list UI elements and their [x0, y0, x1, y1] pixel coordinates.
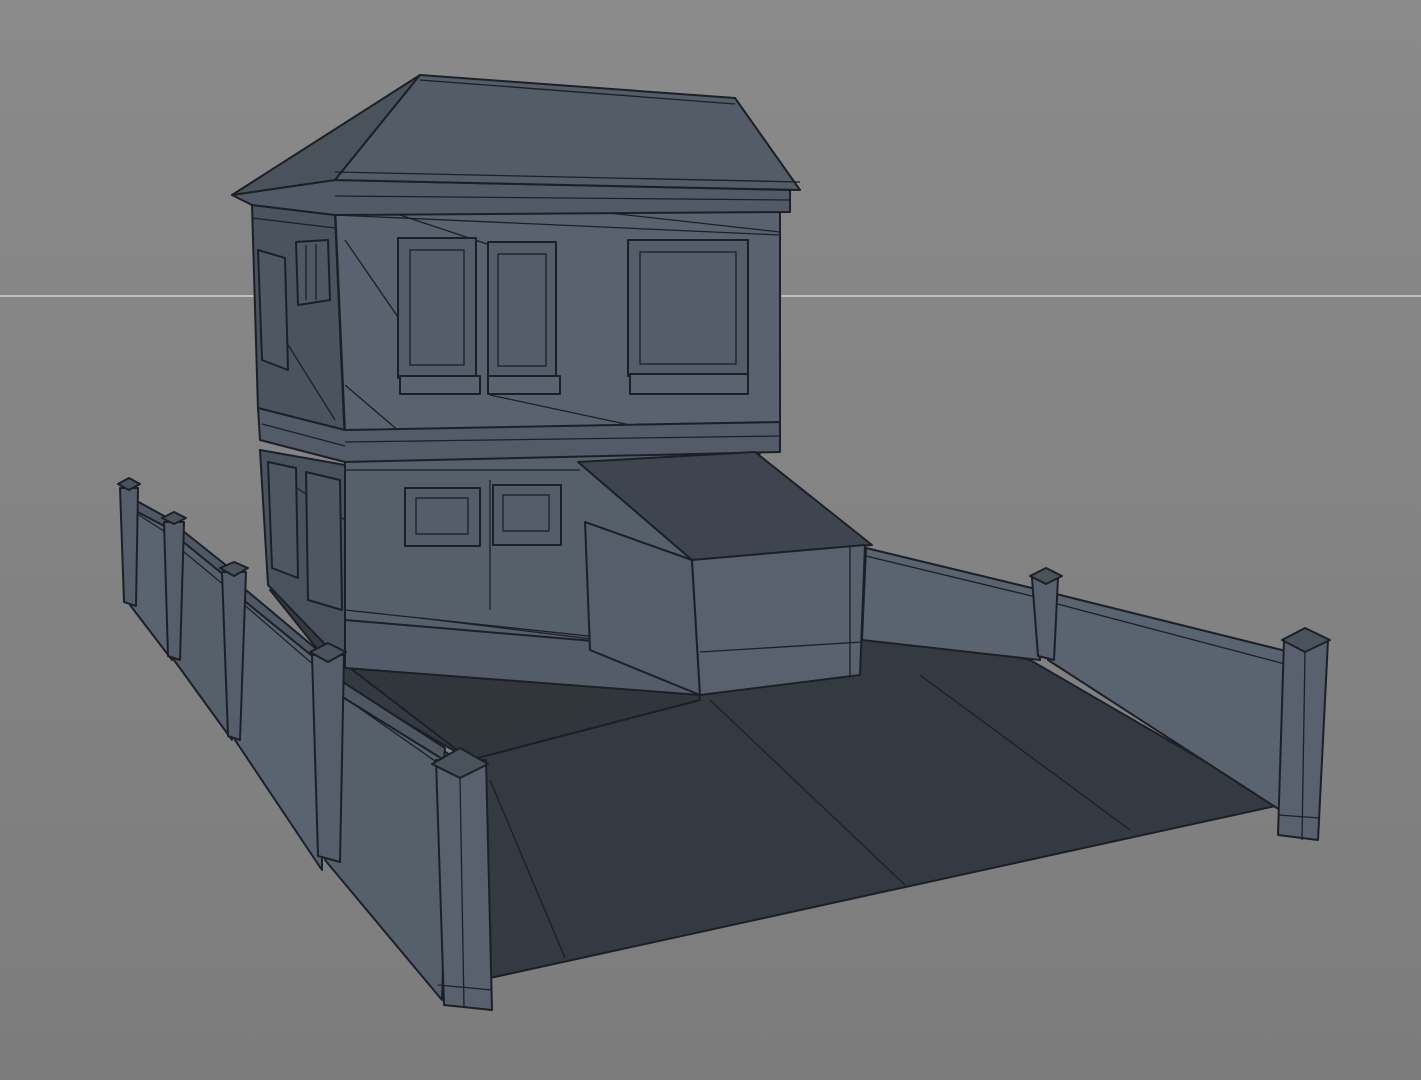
upper-window-1[interactable]: [397, 237, 481, 395]
porch-box-front: [691, 544, 866, 696]
upper-window-2[interactable]: [487, 241, 561, 395]
lower-window-2[interactable]: [492, 484, 562, 546]
lower-window-1[interactable]: [404, 487, 481, 547]
upper-window-3[interactable]: [627, 239, 749, 395]
3d-viewport[interactable]: [0, 0, 1421, 1080]
viewport-canvas[interactable]: [0, 0, 1421, 1080]
